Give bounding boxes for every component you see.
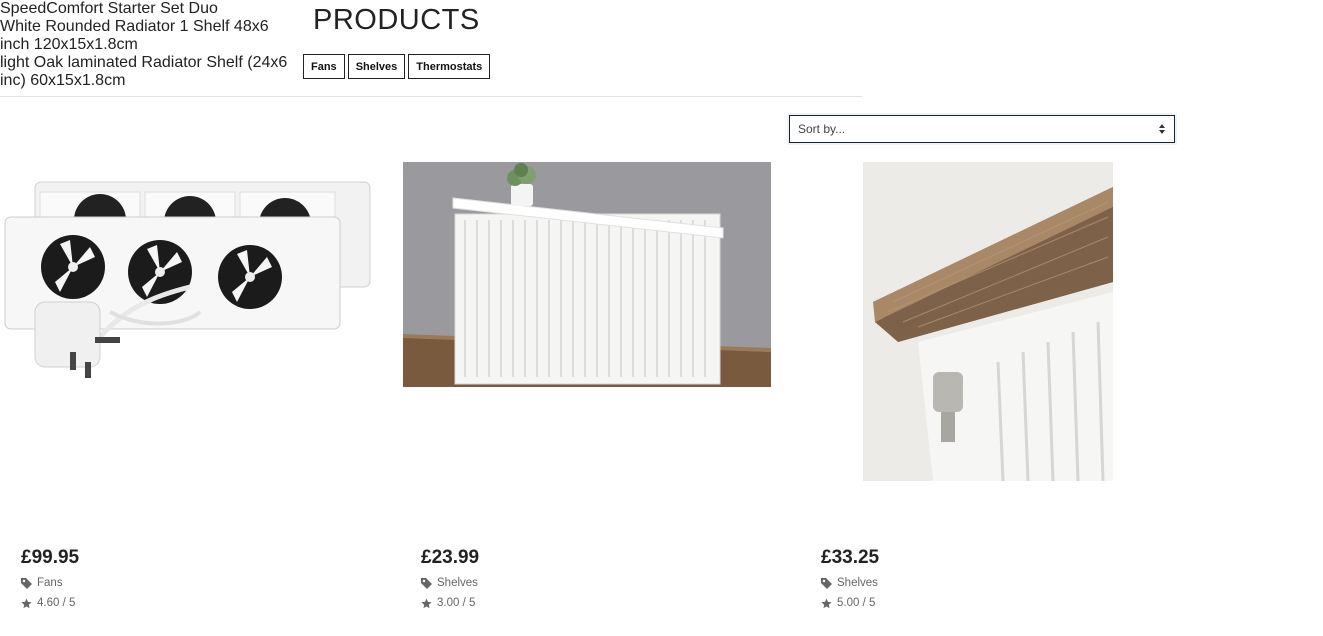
filter-fans-button[interactable]: Fans (303, 54, 345, 79)
star-icon (821, 597, 832, 608)
product-category: Shelves (421, 577, 478, 589)
product-category-label: Fans (37, 577, 63, 589)
star-icon (21, 597, 32, 608)
products-page: PRODUCTS Fans Shelves Thermostats Sort b… (0, 0, 1323, 636)
product-rating-value: 3.00 / 5 (437, 597, 476, 609)
product-category: Fans (21, 577, 63, 589)
product-card[interactable]: SpeedComfort Starter Set Duo £99.95 Fans… (0, 0, 1323, 609)
product-rating: 5.00 / 5 (821, 597, 875, 609)
product-price: £33.25 (821, 547, 880, 568)
white-radiator-shelf-product-image[interactable] (403, 162, 771, 387)
radiator-fan-product-image[interactable] (0, 162, 372, 387)
product-name[interactable]: SpeedComfort Starter Set Duo (0, 0, 340, 18)
product-rating-value: 5.00 / 5 (837, 597, 876, 609)
filter-shelves-button[interactable]: Shelves (347, 54, 406, 79)
product-category-label: Shelves (837, 577, 878, 589)
sort-select-label: Sort by... (798, 122, 846, 136)
product-price: £99.95 (21, 547, 80, 568)
tag-icon (821, 577, 832, 589)
product-card[interactable]: White Rounded Radiator 1 Shelf 48x6 inch… (0, 18, 1323, 609)
tag-icon (21, 577, 32, 589)
product-name[interactable]: White Rounded Radiator 1 Shelf 48x6 inch… (0, 18, 300, 54)
product-category: Shelves (821, 577, 878, 589)
product-rating: 3.00 / 5 (421, 597, 475, 609)
star-icon (421, 597, 432, 608)
tag-icon (421, 577, 432, 589)
product-rating-value: 4.60 / 5 (37, 597, 76, 609)
header-divider (0, 96, 862, 97)
page-title: PRODUCTS (313, 4, 480, 36)
product-name[interactable]: light Oak laminated Radiator Shelf (24x6… (0, 54, 300, 90)
sort-select[interactable]: Sort by... (789, 115, 1175, 143)
product-rating: 4.60 / 5 (21, 597, 75, 609)
category-filters: Fans Shelves Thermostats (303, 54, 491, 79)
select-arrows-icon (1159, 124, 1165, 134)
product-price: £23.99 (421, 547, 480, 568)
product-card[interactable]: light Oak laminated Radiator Shelf (24x6… (0, 54, 1323, 609)
oak-radiator-shelf-product-image[interactable] (863, 162, 1113, 481)
product-category-label: Shelves (437, 577, 478, 589)
filter-thermostats-button[interactable]: Thermostats (408, 54, 491, 79)
